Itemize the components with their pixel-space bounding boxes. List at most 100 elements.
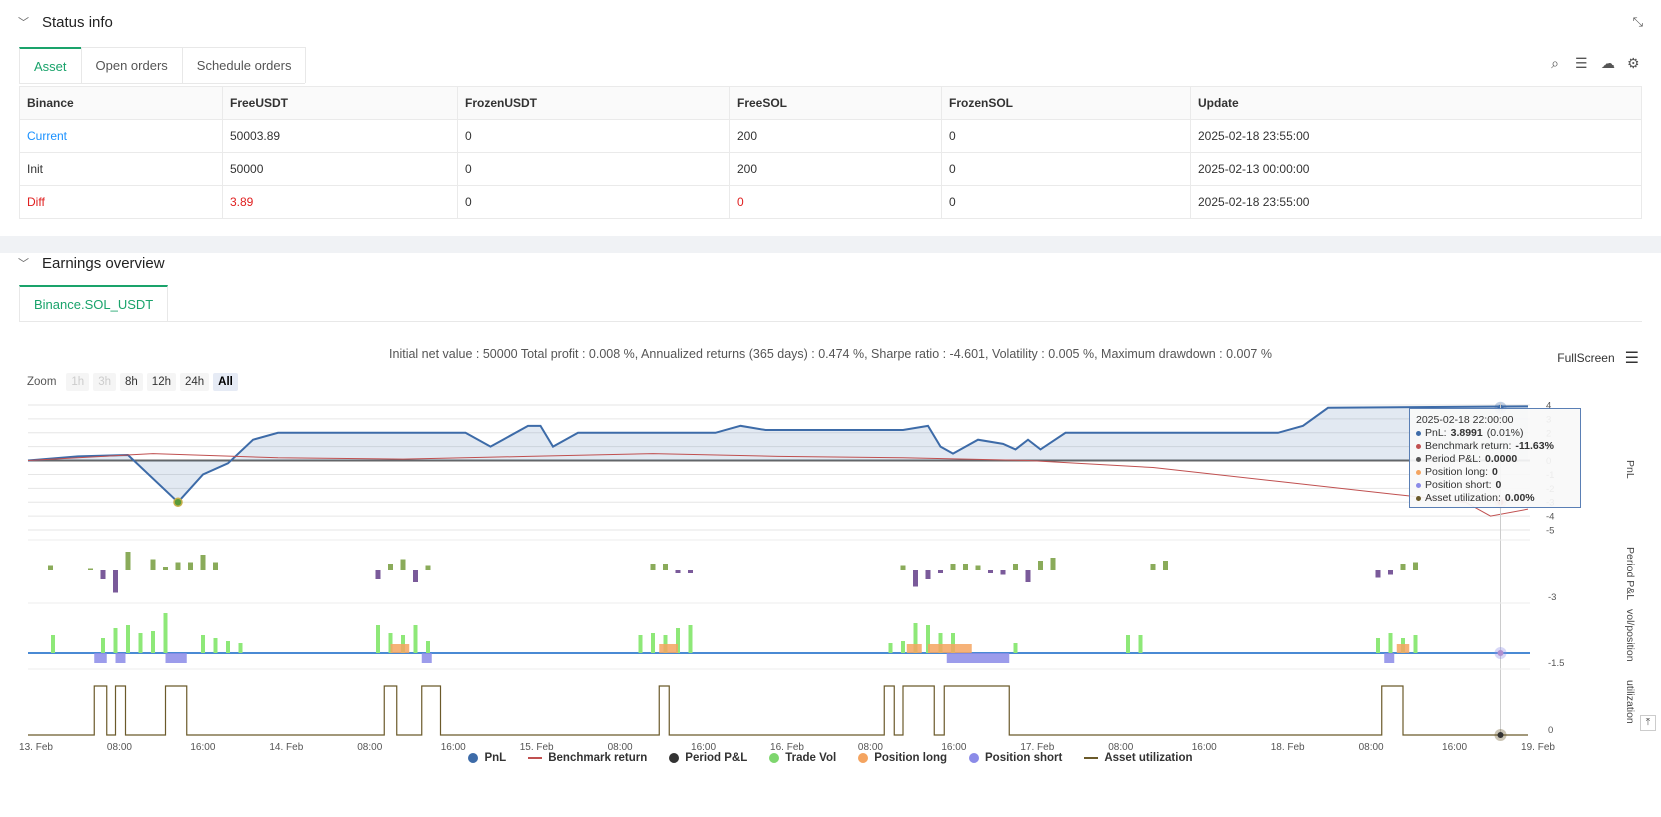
period-pnl-bar	[48, 565, 53, 570]
period-pnl-bar	[1413, 562, 1418, 570]
period-pnl-bar	[1375, 570, 1381, 578]
period-pnl-bar	[375, 570, 381, 579]
period-pnl-bar	[388, 564, 393, 570]
trade-vol-bar	[413, 625, 418, 653]
tooltip-benchmark: Benchmark return: -11.63%	[1416, 440, 1574, 453]
trade-vol-bar	[226, 641, 230, 653]
trade-vol-bar	[1388, 633, 1393, 653]
table-toolbar: ⌕ ☰ ☁ ⚙	[1549, 56, 1639, 70]
status-tabs: Asset Open orders Schedule orders	[19, 47, 307, 84]
column-header: FreeUSDT	[222, 86, 458, 120]
earnings-header[interactable]: ﹀ Earnings overview	[18, 253, 165, 273]
table-header-row: Binance FreeUSDT FrozenUSDT FreeSOL Froz…	[19, 86, 1642, 120]
hover-point-util	[1497, 732, 1504, 738]
period-pnl-bar	[1388, 570, 1393, 575]
gear-icon[interactable]: ⚙	[1627, 56, 1640, 70]
zoom-8h-button[interactable]: 8h	[120, 373, 143, 391]
tab-asset[interactable]: Asset	[19, 47, 82, 83]
position-short-bar	[165, 653, 187, 663]
tooltip-pnl: PnL: 3.8991 (0.01%)	[1416, 427, 1574, 440]
tab-schedule-orders[interactable]: Schedule orders	[181, 47, 307, 83]
legend-item[interactable]: Position long	[858, 752, 947, 764]
legend-marker	[528, 757, 543, 759]
tooltip-date: 2025-02-18 22:00:00	[1416, 414, 1514, 426]
period-pnl-bar	[1000, 570, 1006, 575]
legend-item[interactable]: Asset utilization	[1084, 752, 1193, 764]
benchmark-line	[27, 453, 1529, 517]
period-pnl-bar	[663, 564, 668, 570]
vol-position-pane: -1.5	[28, 613, 1564, 670]
fullscreen-button[interactable]: FullScreen	[1557, 351, 1614, 365]
table-row: Init 50000 0 200 0 2025-02-13 00:00:00	[19, 152, 1642, 186]
column-header: FrozenSOL	[941, 86, 1191, 120]
fullscreen-control: FullScreen ☰	[1557, 348, 1639, 368]
trade-vol-bar	[638, 635, 643, 653]
legend-label: Period P&L	[685, 752, 748, 764]
y-tick-label: -3	[1548, 592, 1556, 603]
asset-table: Binance FreeUSDT FrozenUSDT FreeSOL Froz…	[19, 86, 1642, 219]
position-short-bar	[94, 653, 107, 663]
zoom-3h-button[interactable]: 3h	[93, 373, 116, 391]
period-pnl-pane: -3	[28, 539, 1556, 604]
trade-vol-bar	[201, 635, 205, 653]
trade-vol-bar	[901, 641, 905, 653]
column-header: Binance	[19, 86, 223, 120]
legend-label: Trade Vol	[785, 752, 837, 764]
period-pnl-bar	[113, 570, 118, 593]
row-label-init: Init	[19, 152, 223, 186]
zoom-24h-button[interactable]: 24h	[179, 373, 210, 391]
period-pnl-bar	[1038, 561, 1043, 570]
scroll-top-icon[interactable]: ⤒	[1640, 715, 1656, 731]
trade-vol-bar	[51, 635, 55, 653]
legend-item[interactable]: Position short	[969, 752, 1062, 764]
tab-open-orders[interactable]: Open orders	[80, 47, 183, 83]
table-cell: 0	[941, 152, 1191, 186]
period-pnl-bar	[188, 562, 193, 570]
list-icon[interactable]: ☰	[1575, 56, 1588, 70]
trade-vol-bar	[651, 633, 655, 653]
period-pnl-bar	[1013, 564, 1018, 570]
section-title: Earnings overview	[42, 254, 165, 272]
status-info-header[interactable]: ﹀ Status info	[18, 12, 113, 32]
table-cell: 50003.89	[222, 119, 458, 153]
table-cell: 0	[729, 185, 942, 219]
hover-point-vol	[1497, 650, 1504, 656]
position-short-bar	[946, 653, 1010, 663]
table-cell: 0	[457, 185, 730, 219]
chevron-down-icon[interactable]: ﹀	[18, 14, 38, 30]
trade-vol-bar	[376, 625, 380, 653]
legend-item[interactable]: PnL	[468, 752, 506, 764]
position-long-bar	[390, 644, 410, 653]
legend-item[interactable]: Period P&L	[669, 752, 747, 764]
zoom-12h-button[interactable]: 12h	[146, 373, 176, 391]
cloud-download-icon[interactable]: ☁	[1601, 56, 1615, 70]
trade-vol-bar	[888, 643, 893, 653]
table-cell: 200	[729, 119, 942, 153]
period-pnl-bar	[1150, 564, 1156, 570]
table-cell: 0	[941, 119, 1191, 153]
tab-sol-usdt[interactable]: Binance.SOL_USDT	[19, 285, 169, 321]
zoom-all-button[interactable]: All	[213, 373, 238, 391]
row-label-current[interactable]: Current	[19, 119, 223, 153]
pane-label-period: Period P&L	[1624, 547, 1636, 601]
search-icon[interactable]: ⌕	[1549, 56, 1561, 70]
zoom-bar: Zoom 1h 3h 8h 12h 24h All	[27, 373, 238, 391]
zoom-1h-button[interactable]: 1h	[66, 373, 90, 391]
section-title: Status info	[42, 13, 113, 31]
row-label-diff: Diff	[19, 185, 223, 219]
position-short-bar	[115, 653, 126, 663]
column-header: FreeSOL	[729, 86, 942, 120]
tooltip-short: Position short: 0	[1416, 479, 1574, 492]
menu-icon[interactable]: ☰	[1625, 348, 1639, 368]
table-row: Diff 3.89 0 0 0 2025-02-18 23:55:00	[19, 185, 1642, 219]
trade-vol-bar	[113, 628, 118, 653]
column-header: Update	[1190, 86, 1642, 120]
period-pnl-bar	[913, 570, 918, 587]
legend-item[interactable]: Benchmark return	[528, 752, 647, 764]
chevron-down-icon[interactable]: ﹀	[18, 255, 38, 271]
trade-vol-bar	[426, 641, 430, 653]
period-pnl-bar	[88, 568, 93, 570]
expand-icon[interactable]: ⤡	[1633, 14, 1643, 30]
legend-item[interactable]: Trade Vol	[769, 752, 836, 764]
period-pnl-bar	[200, 555, 206, 570]
